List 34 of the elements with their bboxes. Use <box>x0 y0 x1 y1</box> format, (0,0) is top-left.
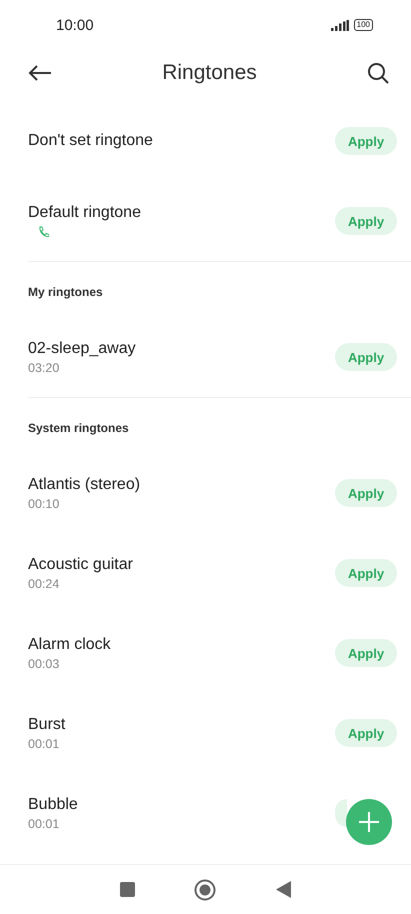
screen-title: Ringtones <box>162 61 257 85</box>
apply-button[interactable]: Apply <box>335 559 397 587</box>
apply-button[interactable]: Apply <box>335 343 397 371</box>
search-icon[interactable] <box>367 62 389 84</box>
ringtone-duration: 00:24 <box>28 576 60 590</box>
signal-icon <box>330 20 349 30</box>
section-heading: My ringtones <box>28 285 103 299</box>
ringtone-title: Burst <box>28 716 66 734</box>
status-time: 10:00 <box>56 16 94 34</box>
home-icon[interactable] <box>194 878 216 900</box>
apply-button[interactable]: Apply <box>335 207 397 235</box>
phone-icon <box>38 226 49 238</box>
ringtone-duration: 00:03 <box>28 656 60 670</box>
ringtone-title: Atlantis (stereo) <box>28 476 140 494</box>
ringtone-duration: 00:10 <box>28 496 60 510</box>
recents-icon[interactable] <box>120 882 135 897</box>
ringtone-duration: 00:01 <box>28 816 60 830</box>
apply-button[interactable]: Apply <box>335 719 397 747</box>
back-icon[interactable] <box>28 65 52 81</box>
ringtone-duration: 03:20 <box>28 360 60 374</box>
section-heading: System ringtones <box>28 421 129 435</box>
apply-button[interactable]: Apply <box>335 127 397 155</box>
back-nav-icon[interactable] <box>276 881 292 898</box>
ringtone-title: Acoustic guitar <box>28 556 133 574</box>
apply-button[interactable]: Apply <box>335 479 397 507</box>
ringtone-title: Don't set ringtone <box>28 132 153 150</box>
ringtone-title: Bubble <box>28 796 78 814</box>
ringtone-title: 02-sleep_away <box>28 340 136 358</box>
apply-button[interactable]: Apply <box>335 639 397 667</box>
ringtone-duration: 00:01 <box>28 736 60 750</box>
battery-level: 100 <box>354 19 373 31</box>
ringtone-title: Alarm clock <box>28 636 111 654</box>
plus-icon <box>359 812 379 832</box>
ringtone-title: Default ringtone <box>28 204 141 222</box>
